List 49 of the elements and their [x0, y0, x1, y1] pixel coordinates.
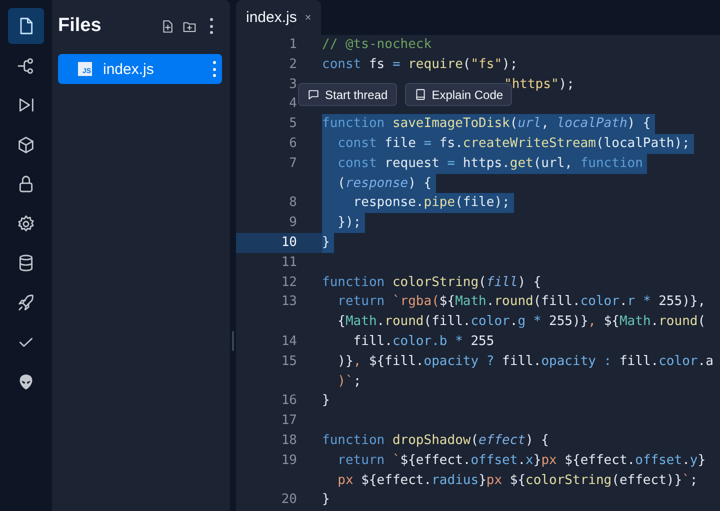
resize-handle[interactable] [232, 330, 234, 350]
line-number: 4 [289, 95, 297, 114]
settings-icon [16, 214, 36, 234]
line-number: 11 [281, 254, 297, 272]
line-number: 2 [289, 56, 297, 74]
code-line: const fs = require("fs"); [322, 56, 518, 74]
code-line: return `${effect.offset.x}px ${effect.offset.y} [336, 452, 706, 470]
line-number: 17 [281, 412, 297, 430]
line-number: 3 [289, 76, 297, 94]
line-number: 15 [281, 352, 297, 371]
line-number: 18 [281, 432, 297, 450]
code-line: {Math.round(fill.color.g * 255)}, ${Math.round( [336, 313, 706, 332]
close-icon[interactable]: × [304, 12, 312, 24]
line-number: 19 [281, 452, 297, 470]
book-icon [414, 88, 427, 101]
code-line: )`; [336, 372, 362, 391]
branch-icon [16, 56, 36, 76]
line-number: 8 [289, 194, 297, 212]
editor-tab[interactable]: index.js × [236, 0, 322, 35]
toolbar-button[interactable]: Explain Code [404, 83, 512, 106]
cube-icon [16, 134, 36, 154]
line-number: 5 [289, 115, 297, 134]
code-line: } [322, 392, 330, 410]
more-menu-icon[interactable] [209, 18, 213, 34]
line-number: 6 [289, 134, 297, 153]
code-line: px ${effect.radius}px ${colorString(effect)}`; [336, 472, 698, 490]
rocket-icon [16, 292, 36, 312]
comment-icon [307, 88, 320, 101]
line-number: 7 [289, 154, 297, 173]
code-line: function dropShadow(effect) { [322, 432, 549, 450]
panel-title: Files [58, 15, 102, 37]
line-number: 13 [281, 293, 297, 312]
line-number: 12 [281, 274, 297, 292]
code-line: return `rgba(${Math.round(fill.color.r * 255)}, [336, 293, 706, 312]
code-line: // @ts-nocheck [322, 36, 432, 54]
toolbar-button[interactable]: Start thread [298, 83, 397, 106]
line-number: 1 [289, 36, 297, 54]
line-number: 14 [281, 332, 297, 351]
code-line: function colorString(fill) { [322, 274, 542, 292]
code-line: )}, ${fill.opacity ? fill.opacity : fill.color.a [336, 352, 714, 371]
code-line: } [322, 491, 330, 510]
line-number: 16 [281, 392, 297, 410]
line-number: 20 [281, 491, 297, 510]
more-menu-icon[interactable] [212, 61, 216, 77]
sidebar-tab[interactable] [8, 8, 44, 44]
file-name: index.js [103, 60, 155, 78]
line-number: 9 [289, 214, 297, 232]
code-line: fill.color.b * 255 [352, 332, 494, 351]
line-number: 10 [281, 234, 297, 252]
